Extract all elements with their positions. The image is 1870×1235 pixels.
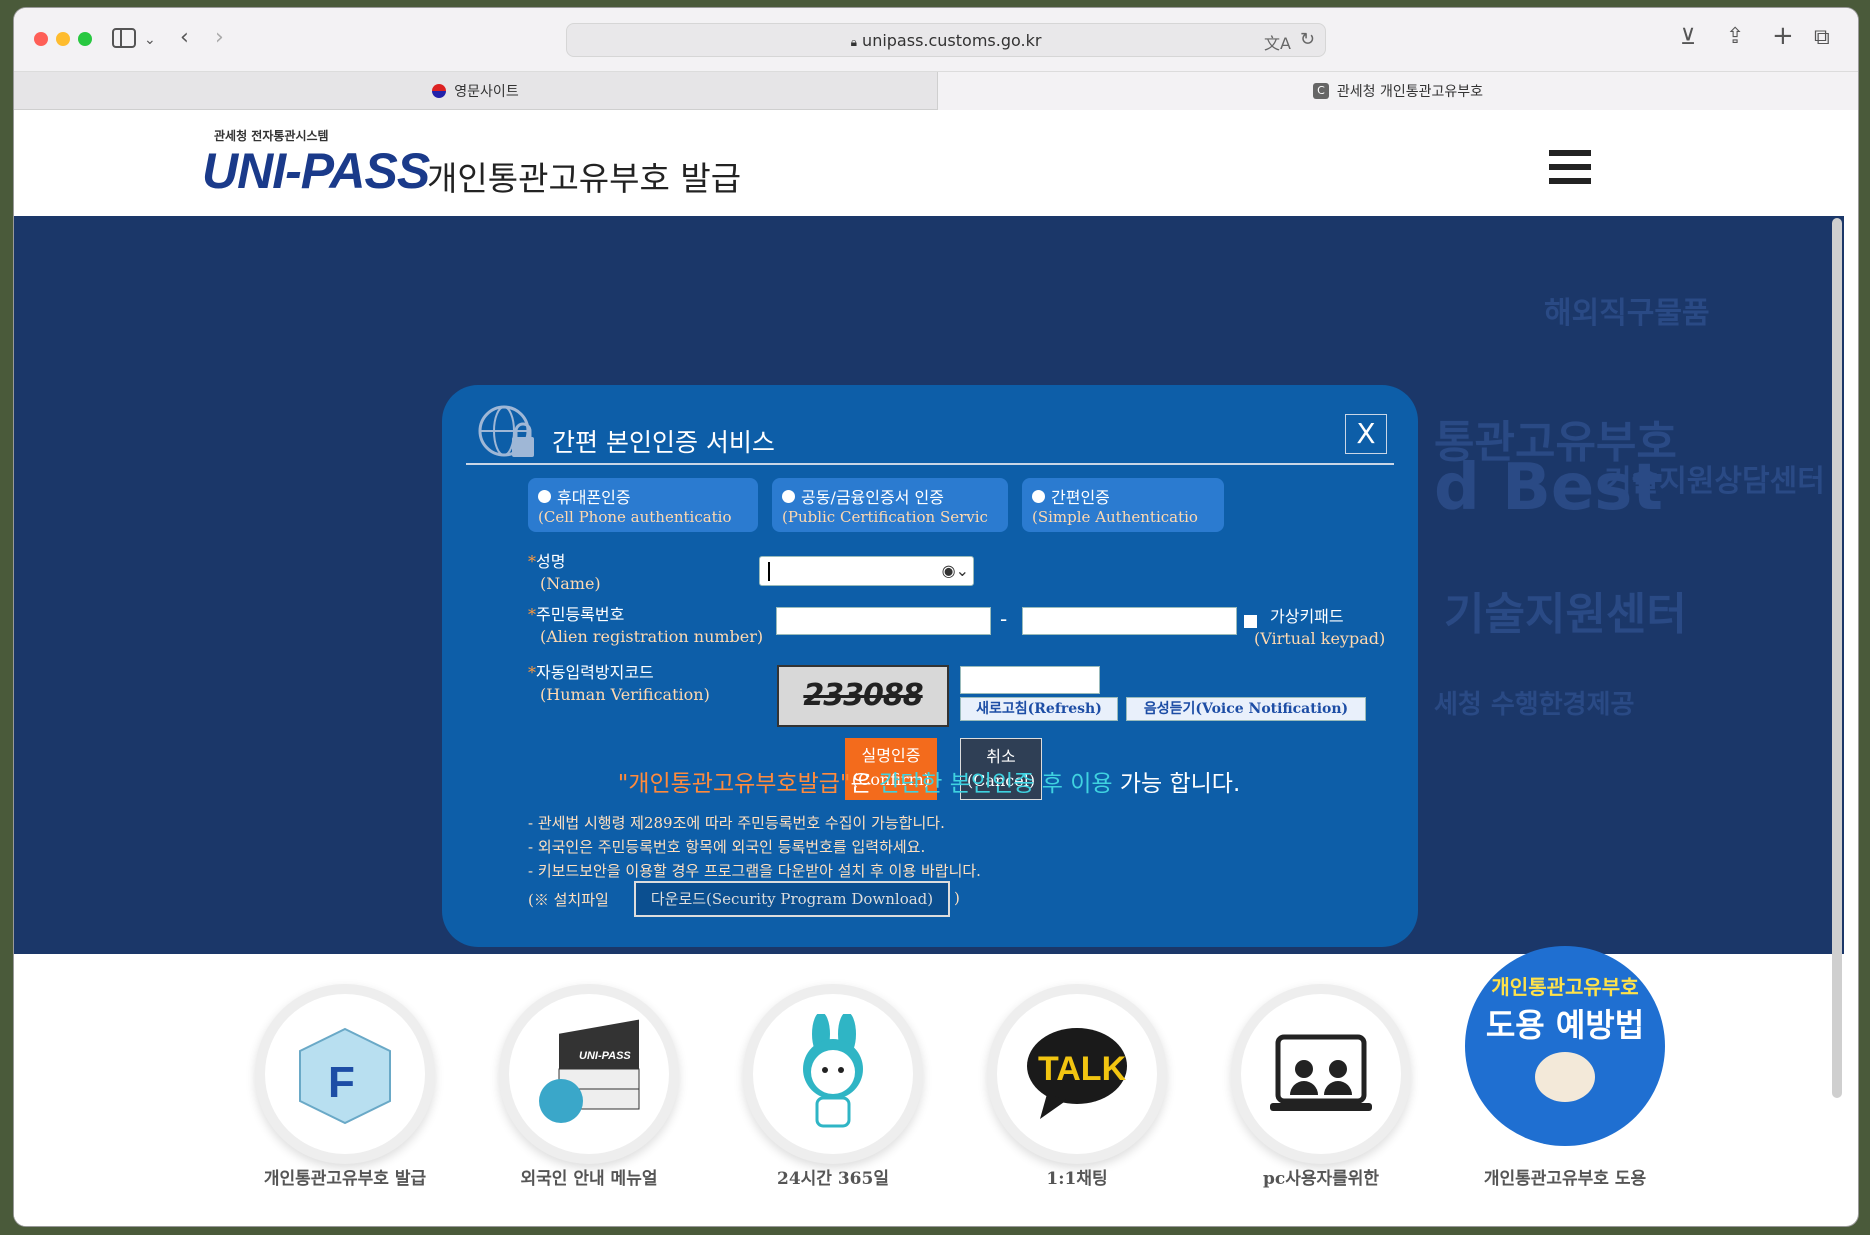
chevron-down-icon[interactable]: ⌄ [144, 29, 156, 51]
site-favicon-icon: C [1312, 83, 1329, 99]
page-title: 개인통관고유부호 발급 [427, 159, 742, 198]
tab-customs[interactable]: C 관세청 개인통관고유부호 [938, 72, 1858, 110]
detective-dog-icon [1535, 1051, 1595, 1102]
zoom-window-button[interactable] [78, 32, 92, 46]
word-cloud-text: 세청 수행한경제공 [1434, 690, 1635, 720]
monitor-users-icon [1241, 994, 1401, 1154]
registration-number-label: *주민등록번호 (Alien registration number) [528, 605, 764, 646]
name-input[interactable]: ◉⌄ [759, 556, 974, 586]
radio-button[interactable] [538, 489, 551, 503]
close-button[interactable]: X [1345, 414, 1387, 454]
f-cube-icon: F [265, 994, 425, 1154]
browser-window: ⌄ ‹ › 🔒︎ unipass.customs.go.kr 文A ↻ ⊻ ⇪ … [14, 8, 1858, 1226]
modal-title: 간편 본인인증 서비스 [552, 428, 775, 457]
captcha-label: *자동입력방지코드 (Human Verification) [528, 663, 710, 704]
install-prefix: (※ 설치파일 [528, 891, 609, 909]
browser-toolbar: ⌄ ‹ › 🔒︎ unipass.customs.go.kr 文A ↻ ⊻ ⇪ … [14, 8, 1858, 72]
talk-bubble-icon: TALK [997, 994, 1157, 1154]
radio-button[interactable] [1032, 489, 1045, 503]
page-content: 관세청 전자통관시스템 UNI-PASS 개인통관고유부호 발급 해외직구물품 … [14, 110, 1844, 1226]
lock-icon: 🔒︎ [850, 35, 857, 49]
notice-text: - 키보드보안을 이용할 경우 프로그램을 다운받아 설치 후 이용 바랍니다. [528, 862, 981, 880]
word-cloud-text: d Best [1434, 451, 1663, 525]
notice-text: - 관세법 시행령 제289조에 따라 주민등록번호 수집이 가능합니다. [528, 814, 945, 832]
site-header: 관세청 전자통관시스템 UNI-PASS 개인통관고유부호 발급 [14, 110, 1844, 216]
hero-banner: 해외직구물품 통관고유부호 기술지원상담센터 d Best 기술지원센터 세청 … [14, 216, 1844, 954]
registration-number-front-input[interactable] [776, 607, 991, 635]
auth-modal: 간편 본인인증 서비스 X 휴대폰인증 (Cell Phone authenti… [442, 385, 1418, 947]
globe-lock-icon [478, 405, 538, 461]
refresh-captcha-button[interactable]: 새로고침(Refresh) [960, 697, 1118, 721]
registration-number-back-input[interactable] [1022, 607, 1237, 635]
close-window-button[interactable] [34, 32, 48, 46]
option-cell-phone[interactable]: 휴대폰인증 (Cell Phone authenticatio [528, 478, 758, 532]
forward-icon[interactable]: › [215, 27, 224, 49]
downloads-icon[interactable]: ⊻ [1680, 27, 1696, 49]
install-suffix: ) [954, 889, 960, 907]
captcha-image: 233088 [777, 665, 949, 727]
voice-captcha-button[interactable]: 음성듣기(Voice Notification) [1126, 697, 1366, 721]
scrollbar[interactable] [1832, 218, 1842, 1098]
sidebar-icon[interactable] [112, 28, 136, 53]
captcha-input[interactable] [960, 666, 1100, 694]
dash-separator: - [1000, 607, 1008, 631]
banner-message: "개인통관고유부호발급"은 간단한 본인인증 후 이용 가능 합니다. [617, 771, 1241, 797]
tab-bar: 영문사이트 C 관세청 개인통관고유부호 [14, 72, 1858, 110]
svg-text:UNI-PASS: UNI-PASS [579, 1050, 631, 1062]
tab-english-site[interactable]: 영문사이트 [14, 72, 938, 110]
hamburger-menu-icon[interactable] [1549, 150, 1591, 186]
option-public-certificate[interactable]: 공동/금융인증서 인증 (Public Certification Servic [772, 478, 1008, 532]
translate-icon[interactable]: 文A [1264, 30, 1291, 54]
security-download-button[interactable]: 다운로드(Security Program Download) [634, 881, 950, 917]
notice-text: - 외국인은 주민등록번호 항목에 외국인 등록번호를 입력하세요. [528, 838, 926, 856]
option-simple-auth[interactable]: 간편인증 (Simple Authenticatio [1022, 478, 1224, 532]
quick-links: F 개인통관고유부호 발급 UNI-PASS 외국인 안내 메뉴얼 24시간 3… [14, 946, 1844, 1226]
virtual-keypad-label: 가상키패드 (Virtual keypad) [1254, 607, 1386, 648]
korea-flag-icon [432, 84, 447, 98]
tab-overview-icon[interactable]: ⧉ [1814, 27, 1830, 49]
address-bar[interactable]: 🔒︎ unipass.customs.go.kr 文A ↻ [566, 23, 1326, 57]
mascot-icon [753, 994, 913, 1154]
url-text: 🔒︎ unipass.customs.go.kr [850, 31, 1042, 50]
back-icon[interactable]: ‹ [180, 27, 189, 49]
new-tab-icon[interactable]: + [1772, 23, 1794, 49]
minimize-window-button[interactable] [56, 32, 70, 46]
unipass-logo[interactable]: UNI-PASS [202, 142, 430, 200]
misuse-prevention-icon: 개인통관고유부호 도용 예방법 [1465, 946, 1665, 1146]
autofill-contact-icon[interactable]: ◉⌄ [942, 561, 969, 580]
virtual-keypad-checkbox[interactable] [1244, 615, 1257, 628]
share-icon[interactable]: ⇪ [1726, 26, 1744, 48]
word-cloud-text: 해외직구물품 [1544, 296, 1710, 331]
word-cloud-text: 기술지원센터 [1444, 589, 1687, 640]
svg-text:F: F [328, 1058, 355, 1107]
name-label: *성명 (Name) [528, 552, 601, 593]
radio-button[interactable] [782, 489, 795, 503]
svg-text:TALK: TALK [1038, 1050, 1127, 1088]
reload-icon[interactable]: ↻ [1300, 29, 1315, 50]
unipass-books-icon: UNI-PASS [509, 994, 669, 1154]
divider [466, 463, 1394, 465]
